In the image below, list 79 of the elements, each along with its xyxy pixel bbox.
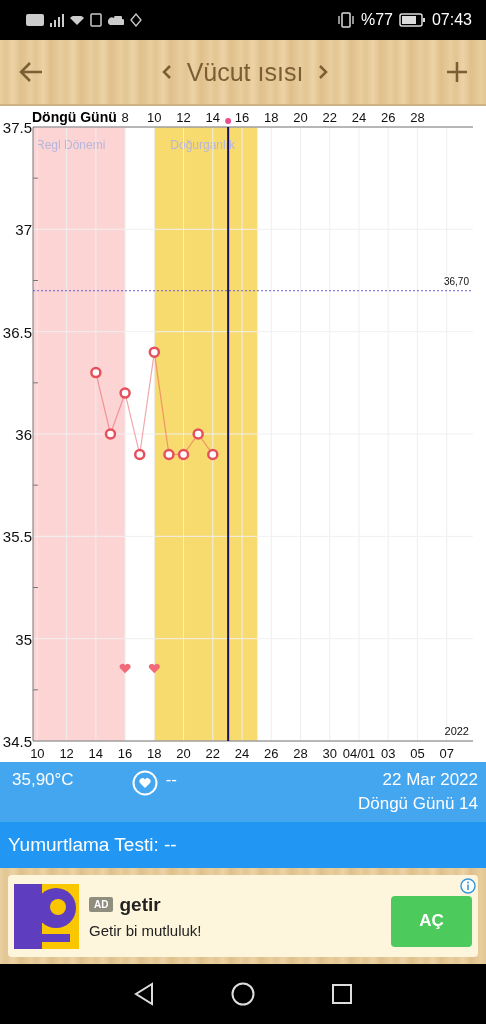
- signal-icon: [50, 13, 64, 27]
- x-axis-label: 26: [264, 746, 279, 761]
- data-point: [133, 448, 146, 461]
- data-point: [90, 366, 102, 379]
- x-axis-label: 14: [88, 746, 104, 761]
- heart-circle-icon: [131, 770, 158, 796]
- x-axis-label: 16: [117, 746, 133, 761]
- x-axis-label: 22: [205, 746, 221, 761]
- y-axis-label: 34.5: [2, 733, 32, 750]
- ad-text: Getir bi mutluluk!: [89, 921, 202, 939]
- cycle-day-text: Döngü Günü 14: [357, 794, 478, 814]
- heart-icon: [119, 663, 131, 674]
- hd-icon: [26, 14, 44, 26]
- cycle-day-label: 18: [264, 110, 279, 125]
- x-axis-label: 30: [322, 746, 337, 761]
- data-point: [119, 387, 131, 399]
- band-label: Regl Dönemi: [36, 138, 106, 152]
- data-point: [177, 448, 190, 461]
- date-text: 22 Mar 2022: [382, 770, 478, 790]
- add-button[interactable]: [446, 61, 468, 83]
- ad-logo: [14, 883, 79, 949]
- recents-button[interactable]: [331, 983, 353, 1005]
- top-axis-title: Döngü Günü: [32, 109, 117, 125]
- data-point: [163, 448, 175, 461]
- cycle-day-label: 16: [234, 110, 250, 125]
- ad-badge: AD: [89, 897, 114, 912]
- x-axis-label: 03: [381, 746, 396, 761]
- y-axis-label: 37.5: [2, 119, 32, 136]
- screen-title: Vücut ısısı: [186, 57, 304, 87]
- x-axis-label: 12: [59, 746, 74, 761]
- x-axis-label: 04/01: [342, 746, 376, 761]
- temperature-value: 35,90°C: [12, 770, 74, 790]
- x-axis-label: 05: [410, 746, 425, 761]
- heart-icon: [148, 663, 160, 674]
- vibrate-icon: [336, 12, 355, 28]
- info-icon[interactable]: [460, 878, 476, 894]
- data-point: [192, 428, 204, 440]
- battery-percent: %77: [360, 11, 393, 29]
- home-button[interactable]: [231, 982, 255, 1006]
- y-axis-label: 37: [15, 221, 32, 239]
- open-button[interactable]: AÇ: [391, 895, 472, 947]
- back-nav-button[interactable]: [133, 982, 155, 1006]
- previous-button[interactable]: [160, 63, 173, 81]
- back-button[interactable]: [18, 61, 44, 83]
- cycle-day-label: 26: [381, 110, 396, 125]
- battery-icon: [398, 13, 426, 27]
- cycle-day-label: 22: [322, 110, 337, 125]
- x-axis-label: 18: [147, 746, 162, 761]
- ovulation-test-text: Yumurtlama Testi: --: [8, 834, 177, 856]
- cursor-dot: [225, 118, 232, 124]
- cloud-icon: [108, 15, 124, 25]
- x-axis-label: 24: [234, 746, 250, 761]
- data-point: [207, 448, 219, 461]
- next-button[interactable]: [317, 63, 330, 81]
- data-point: [104, 428, 117, 440]
- cycle-day-label: 8: [121, 110, 129, 125]
- y-axis-label: 36.5: [2, 323, 32, 341]
- reference-value: 36,70: [443, 275, 469, 287]
- y-axis-label: 35.5: [2, 528, 32, 546]
- y-axis-label: 35: [15, 630, 32, 648]
- x-axis-label: 20: [176, 746, 191, 761]
- cycle-day-label: 20: [293, 110, 308, 125]
- y-axis-label: 36: [15, 426, 32, 443]
- ad-title: getir: [119, 893, 161, 916]
- location-icon: [130, 13, 142, 27]
- x-axis-label: 10: [30, 746, 45, 761]
- nfc-icon: [90, 13, 102, 27]
- clock: 07:43: [431, 11, 472, 29]
- cycle-day-label: 14: [205, 110, 221, 125]
- intercourse-value: --: [165, 770, 177, 790]
- cycle-day-label: 10: [147, 110, 162, 125]
- cycle-day-label: 24: [351, 110, 367, 125]
- year-label: 2022: [444, 725, 469, 737]
- data-point: [148, 346, 161, 358]
- wifi-icon: [70, 15, 84, 25]
- x-axis-label: 28: [293, 746, 308, 761]
- cycle-day-label: 12: [176, 110, 191, 125]
- x-axis-label: 07: [439, 746, 454, 761]
- cycle-day-label: 28: [410, 110, 425, 125]
